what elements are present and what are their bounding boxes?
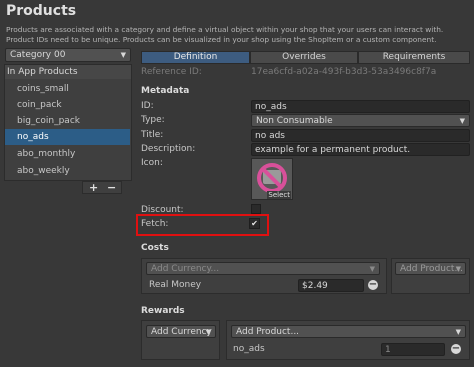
costs-add-product-dropdown[interactable]: Add Product... ▼ bbox=[395, 262, 466, 275]
fetch-checkbox[interactable]: ✔ bbox=[249, 218, 260, 229]
rewards-add-currency-label: Add Currency bbox=[151, 327, 212, 337]
costs-add-currency-placeholder: Add Currency... bbox=[151, 264, 220, 274]
product-item-coin-pack[interactable]: coin_pack bbox=[5, 97, 130, 113]
id-field[interactable]: no_ads bbox=[251, 100, 470, 113]
dropdown-arrow-icon: ▼ bbox=[459, 117, 465, 125]
type-value: Non Consumable bbox=[256, 116, 333, 126]
category-dropdown[interactable]: Category 00 ▼ bbox=[5, 48, 131, 62]
dropdown-arrow-icon: ▼ bbox=[120, 51, 126, 59]
dropdown-arrow-icon: ▼ bbox=[369, 265, 375, 273]
description-label: Description: bbox=[141, 144, 196, 154]
checkmark-icon: ✔ bbox=[251, 219, 258, 228]
costs-add-product-label: Add Product... bbox=[400, 264, 464, 274]
costs-section-title: Costs bbox=[141, 243, 169, 253]
icon-label: Icon: bbox=[141, 158, 163, 168]
product-item-no-ads[interactable]: no_ads bbox=[5, 129, 130, 145]
title-label: Title: bbox=[141, 130, 164, 140]
rewards-add-currency-dropdown[interactable]: Add Currency ▼ bbox=[146, 325, 216, 338]
product-list-header: In App Products bbox=[5, 65, 131, 79]
reward-row-label: no_ads bbox=[233, 344, 265, 354]
remove-icon[interactable]: − bbox=[368, 280, 378, 290]
tab-definition[interactable]: Definition bbox=[141, 51, 250, 64]
cost-row-value[interactable]: $2.49 bbox=[298, 279, 364, 292]
tab-requirements[interactable]: Requirements bbox=[358, 51, 470, 64]
reference-id-value: 17ea6cfd-a02a-493f-b3d3-53a3496c8f7a bbox=[251, 67, 437, 77]
product-item-big-coin-pack[interactable]: big_coin_pack bbox=[5, 113, 130, 129]
title-field[interactable]: no ads bbox=[251, 129, 470, 142]
costs-add-currency-dropdown[interactable]: Add Currency... ▼ bbox=[146, 262, 380, 275]
product-item-abo-weekly[interactable]: abo_weekly bbox=[5, 163, 130, 179]
remove-icon[interactable]: − bbox=[451, 344, 461, 354]
list-actions-bar: + − bbox=[82, 181, 122, 194]
page-description: Products are associated with a category … bbox=[6, 25, 444, 44]
description-field[interactable]: example for a permanent product. bbox=[251, 143, 470, 156]
type-label: Type: bbox=[141, 115, 165, 125]
add-product-button[interactable]: + bbox=[89, 181, 98, 194]
fetch-label: Fetch: bbox=[141, 219, 169, 229]
dropdown-arrow-icon: ▼ bbox=[455, 328, 461, 336]
dropdown-arrow-icon: ▼ bbox=[455, 265, 461, 273]
cost-row-label: Real Money bbox=[149, 280, 202, 290]
product-item-coins-small[interactable]: coins_small bbox=[5, 81, 130, 97]
discount-checkbox[interactable] bbox=[251, 204, 261, 214]
rewards-section-title: Rewards bbox=[141, 306, 185, 316]
category-value: Category 00 bbox=[10, 50, 66, 60]
type-dropdown[interactable]: Non Consumable ▼ bbox=[251, 114, 470, 127]
rewards-add-product-dropdown[interactable]: Add Product... ▼ bbox=[231, 325, 466, 338]
id-label: ID: bbox=[141, 101, 154, 111]
no-ads-product-icon bbox=[257, 163, 287, 193]
page-title: Products bbox=[6, 3, 77, 19]
rewards-add-product-label: Add Product... bbox=[236, 327, 300, 337]
remove-product-button[interactable]: − bbox=[107, 181, 116, 194]
product-item-abo-monthly[interactable]: abo_monthly bbox=[5, 146, 130, 162]
reward-row-value[interactable]: 1 bbox=[381, 343, 445, 356]
icon-select-label[interactable]: Select bbox=[267, 191, 291, 199]
dropdown-arrow-icon: ▼ bbox=[205, 328, 211, 336]
icon-picker[interactable]: Select bbox=[251, 158, 293, 200]
reference-id-label: Reference ID: bbox=[141, 67, 202, 77]
metadata-section-title: Metadata bbox=[141, 86, 190, 96]
tab-overrides[interactable]: Overrides bbox=[250, 51, 358, 64]
